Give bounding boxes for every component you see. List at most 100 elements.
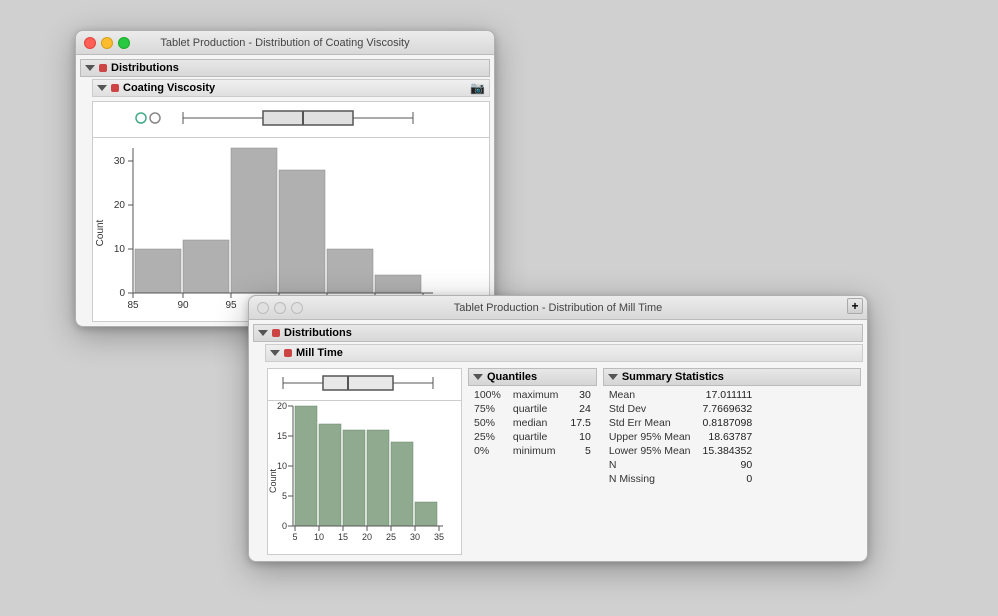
quantile-row: 100% maximum 30 (468, 388, 597, 402)
summary-row: Std Dev 7.7669632 (603, 402, 758, 416)
coating-viscosity-label: Coating Viscosity (123, 82, 215, 94)
summary-label-cell: N (603, 458, 697, 472)
titlebar-1: Tablet Production - Distribution of Coat… (76, 31, 494, 55)
window-mill-time: Tablet Production - Distribution of Mill… (248, 295, 868, 562)
collapse-summary-icon (608, 374, 618, 380)
summary-section: Summary Statistics Mean 17.011111 Std De… (603, 368, 861, 555)
traffic-lights-2 (257, 302, 303, 314)
quantile-label: median (507, 416, 565, 430)
svg-text:Count: Count (95, 219, 106, 246)
quantile-label: quartile (507, 430, 565, 444)
mill-time-lower-panel: Count (265, 366, 863, 557)
quantile-pct: 25% (468, 430, 507, 444)
svg-text:95: 95 (225, 300, 237, 311)
quantile-row: 25% quartile 10 (468, 430, 597, 444)
mill-histogram-svg: Count (268, 401, 453, 551)
window-content-1: Distributions Coating Viscosity 📷 (76, 55, 494, 326)
quantile-pct: 75% (468, 402, 507, 416)
camera-icon-1[interactable]: 📷 (470, 81, 485, 95)
svg-text:20: 20 (362, 532, 372, 542)
quantile-label: maximum (507, 388, 565, 402)
summary-row: N 90 (603, 458, 758, 472)
quantiles-header[interactable]: Quantiles (468, 368, 597, 386)
quantile-row: 0% minimum 5 (468, 444, 597, 458)
summary-value-cell: 90 (697, 458, 759, 472)
quantile-pct: 50% (468, 416, 507, 430)
quantiles-table: 100% maximum 30 75% quartile 24 50% medi… (468, 388, 597, 458)
mill-time-header[interactable]: Mill Time (265, 344, 863, 362)
summary-value-cell: 0 (697, 472, 759, 486)
summary-label-cell: Upper 95% Mean (603, 430, 697, 444)
quantile-label: minimum (507, 444, 565, 458)
window-coating-viscosity: Tablet Production - Distribution of Coat… (75, 30, 495, 327)
distributions-label-1: Distributions (111, 62, 179, 74)
svg-text:15: 15 (277, 431, 287, 441)
svg-text:30: 30 (114, 156, 126, 167)
distributions-header-1[interactable]: Distributions (80, 59, 490, 77)
collapse-distributions-icon-1 (85, 65, 95, 71)
distributions-header-2[interactable]: Distributions + (253, 324, 863, 342)
mill-color-indicator (284, 349, 292, 357)
coating-viscosity-section: Coating Viscosity 📷 (92, 79, 490, 322)
summary-row: Lower 95% Mean 15.384352 (603, 444, 758, 458)
titlebar-2: Tablet Production - Distribution of Mill… (249, 296, 867, 320)
svg-text:Count: Count (268, 469, 278, 494)
window-content-2: Distributions + Mill Time (249, 320, 867, 561)
close-button-2[interactable] (257, 302, 269, 314)
collapse-mill-icon (270, 350, 280, 356)
summary-row: N Missing 0 (603, 472, 758, 486)
distributions-color-1 (99, 64, 107, 72)
summary-label-cell: Std Err Mean (603, 416, 697, 430)
svg-text:0: 0 (282, 521, 287, 531)
close-button-1[interactable] (84, 37, 96, 49)
summary-value-cell: 7.7669632 (697, 402, 759, 416)
maximize-button-1[interactable] (118, 37, 130, 49)
summary-value-cell: 0.8187098 (697, 416, 759, 430)
summary-row: Mean 17.011111 (603, 388, 758, 402)
coating-color-indicator (111, 84, 119, 92)
quantile-pct: 0% (468, 444, 507, 458)
distributions-label-2: Distributions (284, 327, 352, 339)
mill-histogram-area: Count (267, 400, 462, 555)
quantile-value: 24 (564, 402, 596, 416)
svg-text:85: 85 (127, 300, 139, 311)
add-button-2[interactable]: + (847, 298, 863, 314)
quantile-row: 75% quartile 24 (468, 402, 597, 416)
mill-boxplot-svg (268, 369, 453, 397)
svg-text:20: 20 (114, 200, 126, 211)
mill-time-chart-section: Count (267, 368, 462, 555)
quantile-value: 17.5 (564, 416, 596, 430)
summary-value-cell: 17.011111 (697, 388, 759, 402)
summary-label-cell: Mean (603, 388, 697, 402)
svg-text:10: 10 (277, 461, 287, 471)
mill-boxplot-row (267, 368, 462, 400)
svg-text:0: 0 (119, 288, 125, 299)
coating-viscosity-header[interactable]: Coating Viscosity 📷 (92, 79, 490, 97)
quantiles-label: Quantiles (487, 371, 537, 383)
boxplot-svg-1 (133, 104, 473, 132)
mill-time-section: Mill Time (265, 344, 863, 557)
svg-text:10: 10 (114, 244, 126, 255)
svg-text:30: 30 (410, 532, 420, 542)
quantile-value: 5 (564, 444, 596, 458)
summary-label-cell: N Missing (603, 472, 697, 486)
histogram-svg-1: Count (93, 138, 463, 318)
summary-row: Upper 95% Mean 18.63787 (603, 430, 758, 444)
quantile-label: quartile (507, 402, 565, 416)
svg-text:25: 25 (386, 532, 396, 542)
window-title-2: Tablet Production - Distribution of Mill… (454, 302, 662, 314)
window-title-1: Tablet Production - Distribution of Coat… (160, 37, 409, 49)
traffic-lights-1 (84, 37, 130, 49)
quantile-value: 10 (564, 430, 596, 444)
svg-text:15: 15 (338, 532, 348, 542)
summary-table: Mean 17.011111 Std Dev 7.7669632 Std Err… (603, 388, 758, 486)
summary-label: Summary Statistics (622, 371, 724, 383)
summary-row: Std Err Mean 0.8187098 (603, 416, 758, 430)
summary-header[interactable]: Summary Statistics (603, 368, 861, 386)
minimize-button-2[interactable] (274, 302, 286, 314)
quantile-row: 50% median 17.5 (468, 416, 597, 430)
maximize-button-2[interactable] (291, 302, 303, 314)
minimize-button-1[interactable] (101, 37, 113, 49)
quantile-pct: 100% (468, 388, 507, 402)
svg-text:90: 90 (177, 300, 189, 311)
